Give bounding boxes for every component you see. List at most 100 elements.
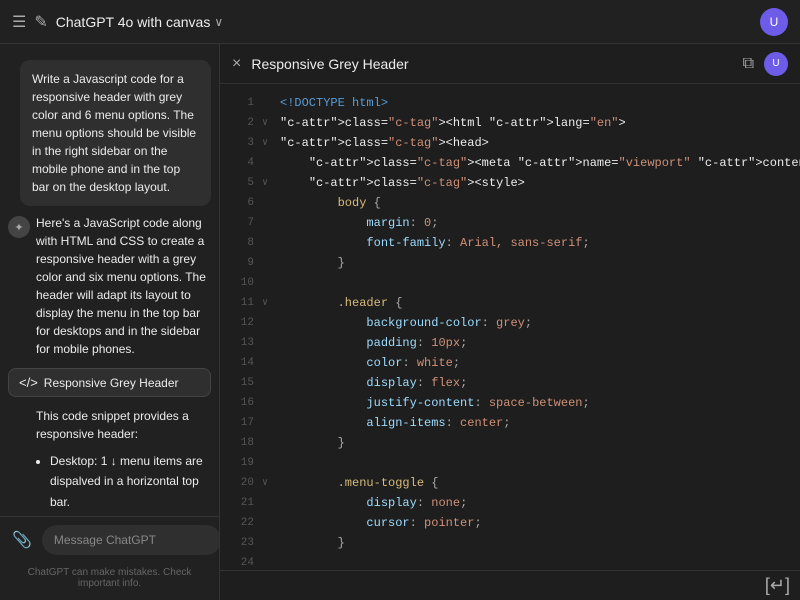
line-number: 11 bbox=[230, 294, 254, 313]
line-number: 1 bbox=[230, 94, 254, 113]
top-bar-left: ☰ ✎ ChatGPT 4o with canvas ∨ bbox=[12, 12, 223, 32]
line-collapse-icon bbox=[262, 554, 276, 556]
code-line: 10 bbox=[220, 274, 800, 294]
code-line: 4 "c-attr">class="c-tag"><meta "c-attr">… bbox=[220, 154, 800, 174]
code-line: 5∨ "c-attr">class="c-tag"><style> bbox=[220, 174, 800, 194]
line-number: 23 bbox=[230, 534, 254, 553]
code-line: 21 display: none; bbox=[220, 494, 800, 514]
line-number: 17 bbox=[230, 414, 254, 433]
line-collapse-icon[interactable]: ∨ bbox=[262, 134, 276, 152]
line-collapse-icon bbox=[262, 154, 276, 156]
message-input[interactable] bbox=[42, 525, 220, 555]
line-content bbox=[280, 554, 790, 570]
line-content: } bbox=[280, 254, 790, 273]
edit-icon[interactable]: ✎ bbox=[34, 12, 47, 32]
line-content: "c-attr">class="c-tag"><style> bbox=[280, 174, 790, 193]
line-content: background-color: grey; bbox=[280, 314, 790, 333]
line-content: <!DOCTYPE html> bbox=[280, 94, 790, 113]
code-line: 16 justify-content: space-between; bbox=[220, 394, 800, 414]
line-collapse-icon bbox=[262, 454, 276, 456]
code-line: 15 display: flex; bbox=[220, 374, 800, 394]
line-content: display: none; bbox=[280, 494, 790, 513]
app-title-text: ChatGPT 4o with canvas bbox=[56, 14, 211, 30]
code-line: 7 margin: 0; bbox=[220, 214, 800, 234]
code-line: 24 bbox=[220, 554, 800, 570]
code-line: 6 body { bbox=[220, 194, 800, 214]
line-content: font-family: Arial, sans-serif; bbox=[280, 234, 790, 253]
code-line: 23 } bbox=[220, 534, 800, 554]
user-message-text: Write a Javascript code for a responsive… bbox=[32, 72, 196, 194]
bullet-list: Desktop: 1 ↓ menu items are dispalved in… bbox=[0, 447, 219, 516]
list-item: Desktop: 1 ↓ menu items are dispalved in… bbox=[50, 451, 211, 512]
line-number: 2 bbox=[230, 114, 254, 133]
line-content: body { bbox=[280, 194, 790, 213]
copy-button[interactable]: ⧉ bbox=[741, 53, 756, 75]
editor-footer: [↵] bbox=[220, 570, 800, 600]
line-collapse-icon bbox=[262, 314, 276, 316]
code-line: 14 color: white; bbox=[220, 354, 800, 374]
user-avatar[interactable]: U bbox=[760, 8, 788, 36]
title-chevron-icon[interactable]: ∨ bbox=[214, 15, 223, 29]
line-content: "c-attr">class="c-tag"><meta "c-attr">na… bbox=[280, 154, 800, 173]
line-content: padding: 10px; bbox=[280, 334, 790, 353]
line-collapse-icon bbox=[262, 534, 276, 536]
editor-header: × Responsive Grey Header ⧉ U bbox=[220, 44, 800, 84]
line-collapse-icon bbox=[262, 254, 276, 256]
line-number: 13 bbox=[230, 334, 254, 353]
left-panel: Write a Javascript code for a responsive… bbox=[0, 44, 220, 600]
main-layout: Write a Javascript code for a responsive… bbox=[0, 44, 800, 600]
line-collapse-icon bbox=[262, 214, 276, 216]
line-content: } bbox=[280, 534, 790, 553]
line-number: 6 bbox=[230, 194, 254, 213]
bracket-button[interactable]: [↵] bbox=[765, 575, 790, 596]
editor-avatar: U bbox=[764, 52, 788, 76]
disclaimer-text: ChatGPT can make mistakes. Check importa… bbox=[0, 563, 219, 593]
line-number: 8 bbox=[230, 234, 254, 253]
code-line: 3∨"c-attr">class="c-tag"><head> bbox=[220, 134, 800, 154]
line-collapse-icon[interactable]: ∨ bbox=[262, 294, 276, 312]
line-number: 7 bbox=[230, 214, 254, 233]
line-number: 14 bbox=[230, 354, 254, 373]
code-line: 19 bbox=[220, 454, 800, 474]
app-title: ChatGPT 4o with canvas ∨ bbox=[56, 14, 223, 30]
top-bar: ☰ ✎ ChatGPT 4o with canvas ∨ U bbox=[0, 0, 800, 44]
line-collapse-icon bbox=[262, 374, 276, 376]
line-content: .header { bbox=[280, 294, 790, 313]
canvas-button[interactable]: </> Responsive Grey Header bbox=[8, 368, 211, 397]
line-collapse-icon bbox=[262, 194, 276, 196]
attach-button[interactable]: 📎 bbox=[8, 526, 36, 554]
line-collapse-icon[interactable]: ∨ bbox=[262, 474, 276, 492]
ai-message-content: Here's a JavaScript code along with HTML… bbox=[36, 214, 211, 358]
line-collapse-icon bbox=[262, 94, 276, 96]
line-content: "c-attr">class="c-tag"><head> bbox=[280, 134, 790, 153]
line-collapse-icon bbox=[262, 414, 276, 416]
code-line: 1 <!DOCTYPE html> bbox=[220, 94, 800, 114]
line-number: 21 bbox=[230, 494, 254, 513]
message-input-area: 📎 ? ↑ bbox=[0, 516, 219, 563]
sidebar-toggle-icon[interactable]: ☰ bbox=[12, 12, 26, 32]
line-content: .menu-toggle { bbox=[280, 474, 790, 493]
line-number: 24 bbox=[230, 554, 254, 570]
line-collapse-icon bbox=[262, 234, 276, 236]
editor-actions: ⧉ U bbox=[741, 52, 788, 76]
line-collapse-icon bbox=[262, 354, 276, 356]
code-area[interactable]: 1 <!DOCTYPE html>2∨"c-attr">class="c-tag… bbox=[220, 84, 800, 570]
line-collapse-icon bbox=[262, 494, 276, 496]
line-collapse-icon bbox=[262, 434, 276, 436]
ai-message-wrapper: ✦ Here's a JavaScript code along with HT… bbox=[0, 210, 219, 362]
code-line: 22 cursor: pointer; bbox=[220, 514, 800, 534]
line-content: display: flex; bbox=[280, 374, 790, 393]
line-number: 4 bbox=[230, 154, 254, 173]
line-number: 9 bbox=[230, 254, 254, 273]
line-number: 22 bbox=[230, 514, 254, 533]
code-line: 17 align-items: center; bbox=[220, 414, 800, 434]
line-content: margin: 0; bbox=[280, 214, 790, 233]
line-collapse-icon[interactable]: ∨ bbox=[262, 174, 276, 192]
editor-close-button[interactable]: × bbox=[232, 55, 241, 73]
user-message: Write a Javascript code for a responsive… bbox=[20, 60, 211, 206]
line-collapse-icon[interactable]: ∨ bbox=[262, 114, 276, 132]
line-number: 10 bbox=[230, 274, 254, 293]
canvas-button-label: Responsive Grey Header bbox=[44, 376, 179, 390]
code-line: 8 font-family: Arial, sans-serif; bbox=[220, 234, 800, 254]
code-line: 11 ∨ .header { bbox=[220, 294, 800, 314]
